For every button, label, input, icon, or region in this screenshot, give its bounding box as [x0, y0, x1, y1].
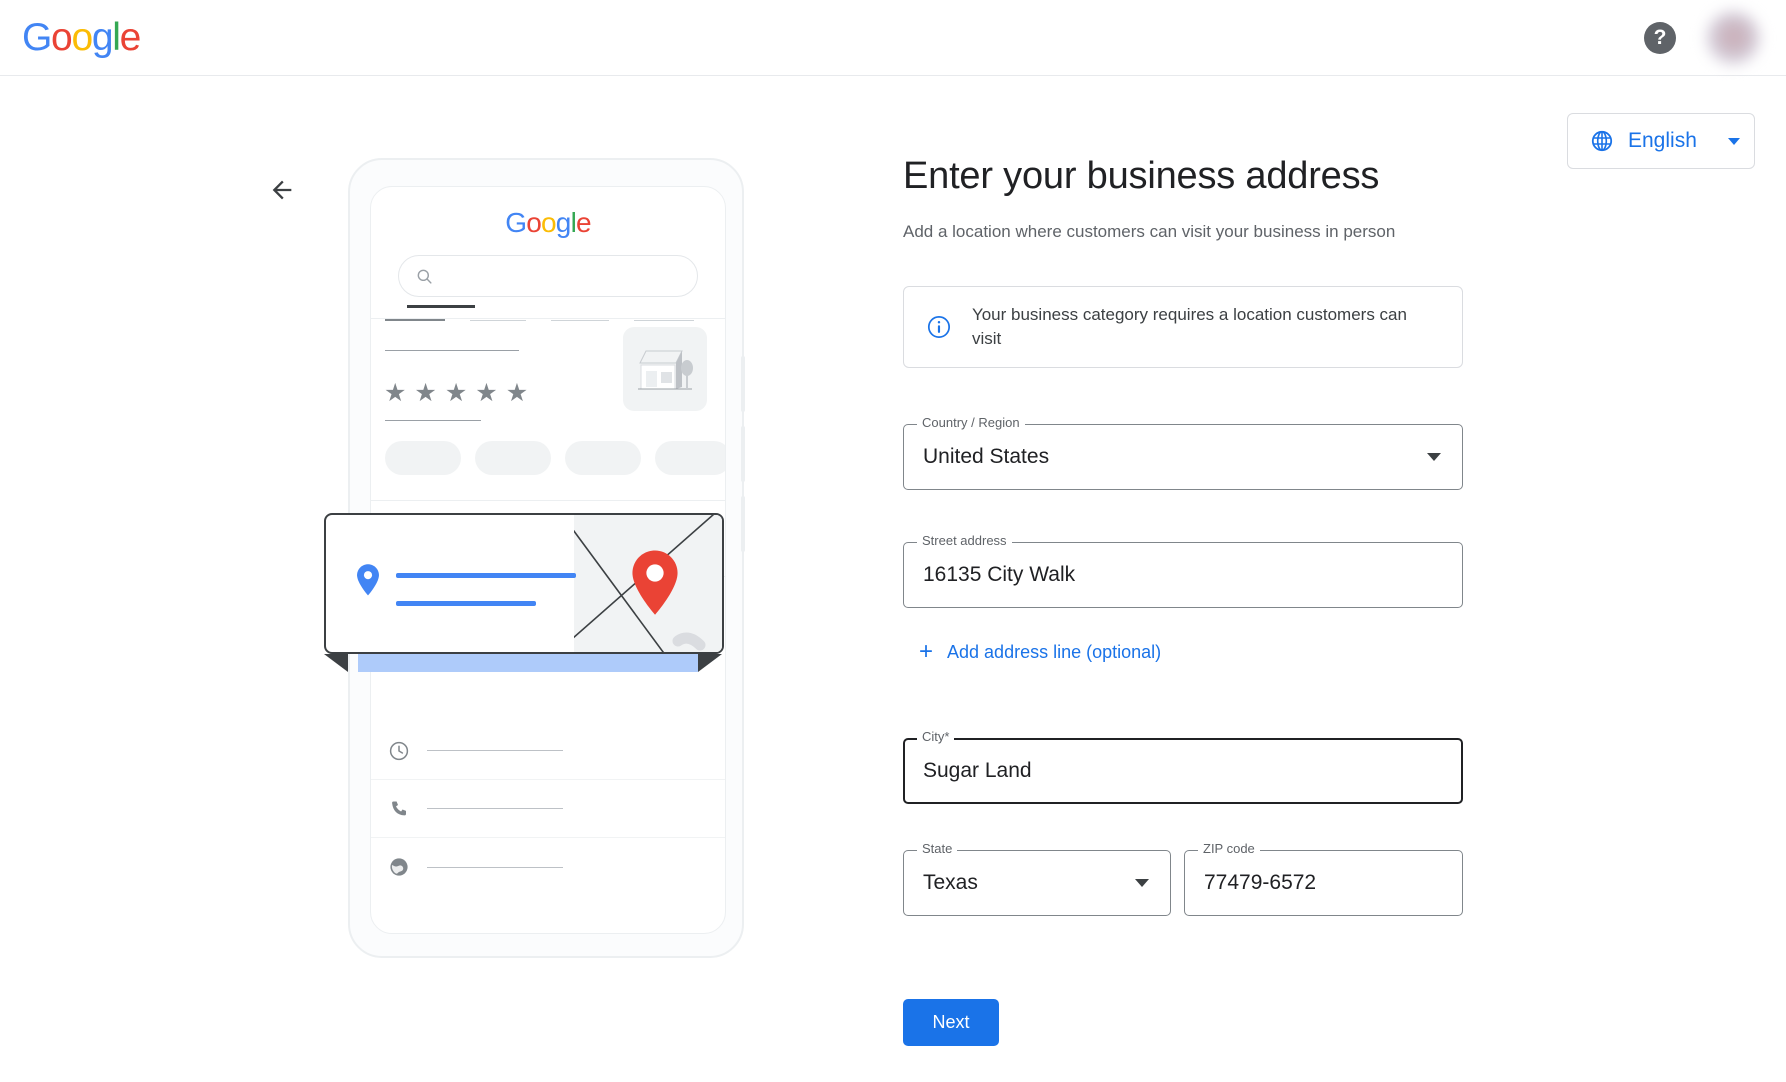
mini-info-row-phone [371, 780, 725, 838]
mini-tab-underline [407, 305, 475, 308]
mini-tab-row [385, 319, 725, 321]
mini-tab [634, 319, 694, 321]
mini-google-logo: Google [505, 207, 591, 238]
mini-chip-row [385, 441, 725, 475]
mini-chip [655, 441, 725, 475]
phone-icon [392, 801, 406, 815]
chevron-down-icon [1135, 879, 1149, 887]
red-map-pin-icon [632, 550, 678, 615]
chevron-down-icon [1427, 453, 1441, 461]
add-address-line-label: Add address line (optional) [947, 641, 1162, 662]
city-value: Sugar Land [923, 759, 1032, 782]
state-select[interactable]: State Texas [903, 841, 1171, 916]
address-overlay-card [324, 513, 724, 654]
map-thumbnail [574, 515, 722, 652]
mini-tab [470, 319, 526, 321]
street-address-input[interactable]: Street address 16135 City Walk [903, 533, 1463, 608]
add-address-line-button[interactable]: + Add address line (optional) [919, 640, 1161, 664]
country-region-value: United States [923, 445, 1050, 468]
star-icon: ★ [475, 379, 498, 407]
clock-icon [389, 741, 409, 760]
country-region-label: Country / Region [917, 415, 1025, 430]
language-selector[interactable]: English [1567, 113, 1755, 169]
app-header: Google ? [0, 0, 1786, 76]
mini-subtitle-line [385, 420, 481, 421]
street-address-value: 16135 City Walk [923, 563, 1076, 586]
mini-info-rows [371, 722, 725, 896]
mini-tab [551, 319, 609, 321]
google-logo[interactable]: Google [22, 16, 141, 60]
mini-search-bar [398, 255, 698, 297]
page-title: Enter your business address [903, 155, 1380, 197]
search-icon [417, 269, 432, 284]
placeholder-line [427, 750, 563, 751]
card-shadow-right [698, 654, 722, 672]
mini-info-row-website [371, 838, 725, 896]
mini-chip [565, 441, 641, 475]
storefront-icon [638, 350, 693, 390]
help-icon[interactable]: ? [1644, 21, 1676, 54]
mini-rating-stars: ★ ★ ★ ★ ★ [384, 381, 528, 406]
back-button[interactable] [262, 170, 302, 210]
language-label: English [1628, 129, 1697, 152]
plus-icon: + [919, 638, 934, 665]
address-line-secondary [396, 601, 536, 606]
card-shadow-left [324, 654, 348, 672]
phone-illustration: Google ★ ★ ★ ★ ★ [324, 158, 748, 958]
next-button[interactable]: Next [903, 999, 999, 1046]
arrow-back-icon [272, 180, 292, 200]
highlight-bar [358, 654, 698, 672]
city-label: City* [917, 729, 955, 744]
city-input[interactable]: City* Sugar Land [903, 729, 1463, 804]
globe-icon [1591, 130, 1613, 152]
storefront-thumbnail-icon [623, 327, 707, 411]
divider [371, 318, 725, 319]
help-icon-glyph: ? [1653, 26, 1667, 49]
star-icon: ★ [505, 379, 529, 407]
info-banner: Your business category requires a locati… [903, 286, 1463, 369]
mini-chip [475, 441, 551, 475]
phone-side-button [741, 496, 745, 552]
mini-title-line [385, 350, 519, 351]
zip-code-value: 77479-6572 [1204, 871, 1317, 894]
chevron-down-icon [1728, 137, 1740, 145]
phone-side-button [741, 356, 745, 412]
state-value: Texas [923, 871, 978, 894]
star-icon: ★ [444, 379, 468, 407]
info-circle-icon [927, 316, 951, 339]
info-banner-text: Your business category requires a locati… [971, 305, 1407, 349]
state-label: State [917, 841, 958, 856]
placeholder-line [427, 866, 563, 868]
phone-side-button [741, 426, 745, 482]
placeholder-line [427, 808, 563, 809]
page-subtitle: Add a location where customers can visit… [903, 222, 1396, 241]
avatar[interactable] [1706, 10, 1760, 65]
address-line-primary [396, 573, 576, 578]
zip-code-input[interactable]: ZIP code 77479-6572 [1184, 841, 1463, 916]
star-icon: ★ [384, 379, 407, 407]
mini-tab [385, 319, 445, 321]
star-icon: ★ [414, 379, 437, 407]
zip-code-label: ZIP code [1198, 841, 1260, 856]
country-region-select[interactable]: Country / Region United States [903, 415, 1463, 490]
mini-chip [385, 441, 461, 475]
blue-map-pin-icon [357, 564, 379, 596]
street-address-label: Street address [917, 533, 1012, 548]
globe-icon [390, 858, 408, 876]
header-actions: ? [1644, 10, 1760, 65]
mini-info-row-hours [371, 722, 725, 780]
